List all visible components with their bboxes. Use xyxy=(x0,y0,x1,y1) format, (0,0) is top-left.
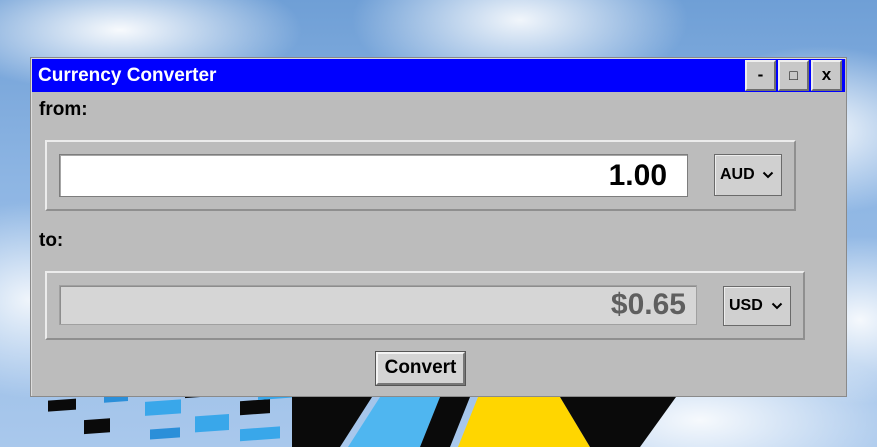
from-group: 1.00 AUD xyxy=(45,140,796,211)
convert-button[interactable]: Convert xyxy=(375,351,466,386)
chevron-down-icon xyxy=(771,302,783,310)
from-label: from: xyxy=(39,99,88,120)
to-label: to: xyxy=(39,230,64,251)
currency-converter-window: Currency Converter - □ x from: 1.00 AUD … xyxy=(30,57,847,397)
from-currency-value: AUD xyxy=(720,166,755,183)
close-button[interactable]: x xyxy=(811,60,842,91)
title-bar[interactable]: Currency Converter - □ x xyxy=(32,59,845,92)
to-currency-value: USD xyxy=(729,297,763,314)
from-currency-select[interactable]: AUD xyxy=(714,154,782,196)
window-title: Currency Converter xyxy=(38,65,217,86)
to-group: $0.65 USD xyxy=(45,271,805,340)
from-amount-input[interactable]: 1.00 xyxy=(59,154,688,197)
to-amount-output: $0.65 xyxy=(59,285,697,325)
minimize-button[interactable]: - xyxy=(745,60,776,91)
chevron-down-icon xyxy=(762,171,774,179)
to-currency-select[interactable]: USD xyxy=(723,286,791,326)
maximize-button[interactable]: □ xyxy=(778,60,809,91)
